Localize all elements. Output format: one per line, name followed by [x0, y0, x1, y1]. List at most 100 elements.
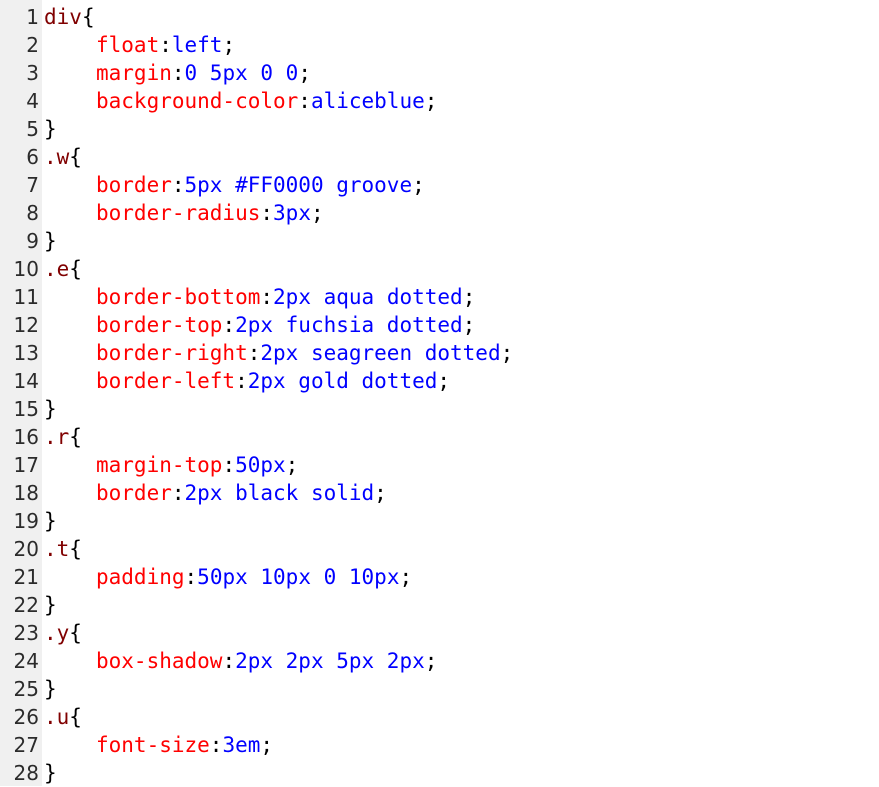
code-line[interactable]: 1 div{	[0, 3, 879, 31]
colon: :	[247, 341, 261, 365]
css-property: border-radius	[96, 201, 261, 225]
colon: :	[260, 201, 274, 225]
semicolon: ;	[310, 201, 324, 225]
code-text: .u{	[44, 703, 82, 731]
css-selector: .w	[44, 145, 70, 169]
code-line[interactable]: 2 float:left;	[0, 31, 879, 59]
css-value: 2px fuchsia dotted	[235, 313, 463, 337]
code-line[interactable]: 28}	[0, 759, 879, 787]
code-text: div{	[44, 3, 95, 31]
code-line[interactable]: 11 border-bottom:2px aqua dotted;	[0, 283, 879, 311]
css-value: 2px gold dotted	[247, 369, 438, 393]
code-line[interactable]: 25}	[0, 675, 879, 703]
code-line[interactable]: 23 .y{	[0, 619, 879, 647]
colon: :	[171, 481, 185, 505]
css-value: 3px	[273, 201, 311, 225]
code-text: border-right:2px seagreen dotted;	[96, 339, 513, 367]
line-number: 12	[13, 313, 39, 337]
colon: :	[222, 453, 236, 477]
line-number: 5	[26, 117, 39, 141]
semicolon: ;	[412, 173, 425, 197]
code-line[interactable]: 17 margin-top:50px;	[0, 451, 879, 479]
code-text: font-size:3em;	[96, 731, 273, 759]
line-number: 21	[13, 565, 39, 589]
line-number: 23	[13, 621, 39, 645]
code-text: }	[44, 675, 57, 703]
css-selector: .t	[44, 537, 70, 561]
close-brace: }	[44, 117, 57, 141]
css-selector: .u	[44, 705, 70, 729]
code-line[interactable]: 15}	[0, 395, 879, 423]
line-number: 13	[13, 341, 39, 365]
code-line[interactable]: 3 margin:0 5px 0 0;	[0, 59, 879, 87]
line-number: 6	[26, 145, 39, 169]
code-line[interactable]: 19}	[0, 507, 879, 535]
colon: :	[159, 33, 172, 57]
code-text: box-shadow:2px 2px 5px 2px;	[96, 647, 437, 675]
semicolon: ;	[298, 61, 311, 85]
code-line[interactable]: 4 background-color:aliceblue;	[0, 87, 879, 115]
semicolon: ;	[285, 453, 299, 477]
code-line[interactable]: 27 font-size:3em;	[0, 731, 879, 759]
code-line[interactable]: 24 box-shadow:2px 2px 5px 2px;	[0, 647, 879, 675]
css-value: 3em	[222, 733, 261, 757]
code-text: border:5px #FF0000 groove;	[96, 171, 425, 199]
colon: :	[184, 565, 198, 589]
open-brace: {	[69, 621, 82, 645]
line-number: 17	[13, 453, 39, 477]
css-value: 2px seagreen dotted	[260, 341, 501, 365]
code-line[interactable]: 8 border-radius:3px;	[0, 199, 879, 227]
code-text: }	[44, 507, 57, 535]
line-number: 15	[13, 397, 39, 421]
code-line[interactable]: 21 padding:50px 10px 0 10px;	[0, 563, 879, 591]
code-line[interactable]: 9}	[0, 227, 879, 255]
close-brace: }	[44, 593, 57, 617]
line-number: 22	[13, 593, 39, 617]
css-property: padding	[96, 565, 185, 589]
code-line[interactable]: 12 border-top:2px fuchsia dotted;	[0, 311, 879, 339]
css-property: font-size	[96, 733, 210, 757]
code-line[interactable]: 18 border:2px black solid;	[0, 479, 879, 507]
code-line[interactable]: 20 .t{	[0, 535, 879, 563]
open-brace: {	[81, 5, 95, 29]
line-number: 7	[26, 173, 39, 197]
code-editor[interactable]: 1 div{2 float:left; 3 margin:0 5px 0 0; 4 back…	[0, 0, 879, 786]
code-line[interactable]: 7 border:5px #FF0000 groove;	[0, 171, 879, 199]
code-text: border-top:2px fuchsia dotted;	[96, 311, 475, 339]
css-property: border-bottom	[96, 285, 261, 309]
css-property: border-right	[96, 341, 248, 365]
css-property: margin-top	[96, 453, 223, 477]
code-text: margin-top:50px;	[96, 451, 298, 479]
line-number: 16	[13, 425, 39, 449]
close-brace: }	[44, 397, 57, 421]
code-text: .y{	[44, 619, 82, 647]
css-property: float	[96, 33, 160, 57]
line-number: 20	[13, 537, 39, 561]
line-number: 26	[13, 705, 39, 729]
colon: :	[171, 173, 185, 197]
semicolon: ;	[462, 313, 476, 337]
code-line[interactable]: 22}	[0, 591, 879, 619]
code-line[interactable]: 13 border-right:2px seagreen dotted;	[0, 339, 879, 367]
code-text: .t{	[44, 535, 82, 563]
code-text: border:2px black solid;	[96, 479, 387, 507]
code-text: }	[44, 591, 57, 619]
line-number: 11	[13, 285, 39, 309]
colon: :	[260, 285, 274, 309]
line-number: 19	[13, 509, 39, 533]
code-line[interactable]: 5}	[0, 115, 879, 143]
code-text: border-radius:3px;	[96, 199, 324, 227]
semicolon: ;	[424, 89, 438, 113]
code-line[interactable]: 10 .e{	[0, 255, 879, 283]
css-value: 2px aqua dotted	[273, 285, 463, 309]
code-line[interactable]: 14 border-left:2px gold dotted;	[0, 367, 879, 395]
css-selector: .e	[44, 257, 70, 281]
code-line[interactable]: 6 .w{	[0, 143, 879, 171]
css-value: 2px 2px 5px 2px	[235, 649, 425, 673]
open-brace: {	[69, 705, 82, 729]
code-line[interactable]: 16 .r{	[0, 423, 879, 451]
code-line[interactable]: 26 .u{	[0, 703, 879, 731]
code-text: }	[44, 395, 57, 423]
css-value: aliceblue	[310, 89, 425, 113]
line-number: 27	[13, 733, 39, 757]
